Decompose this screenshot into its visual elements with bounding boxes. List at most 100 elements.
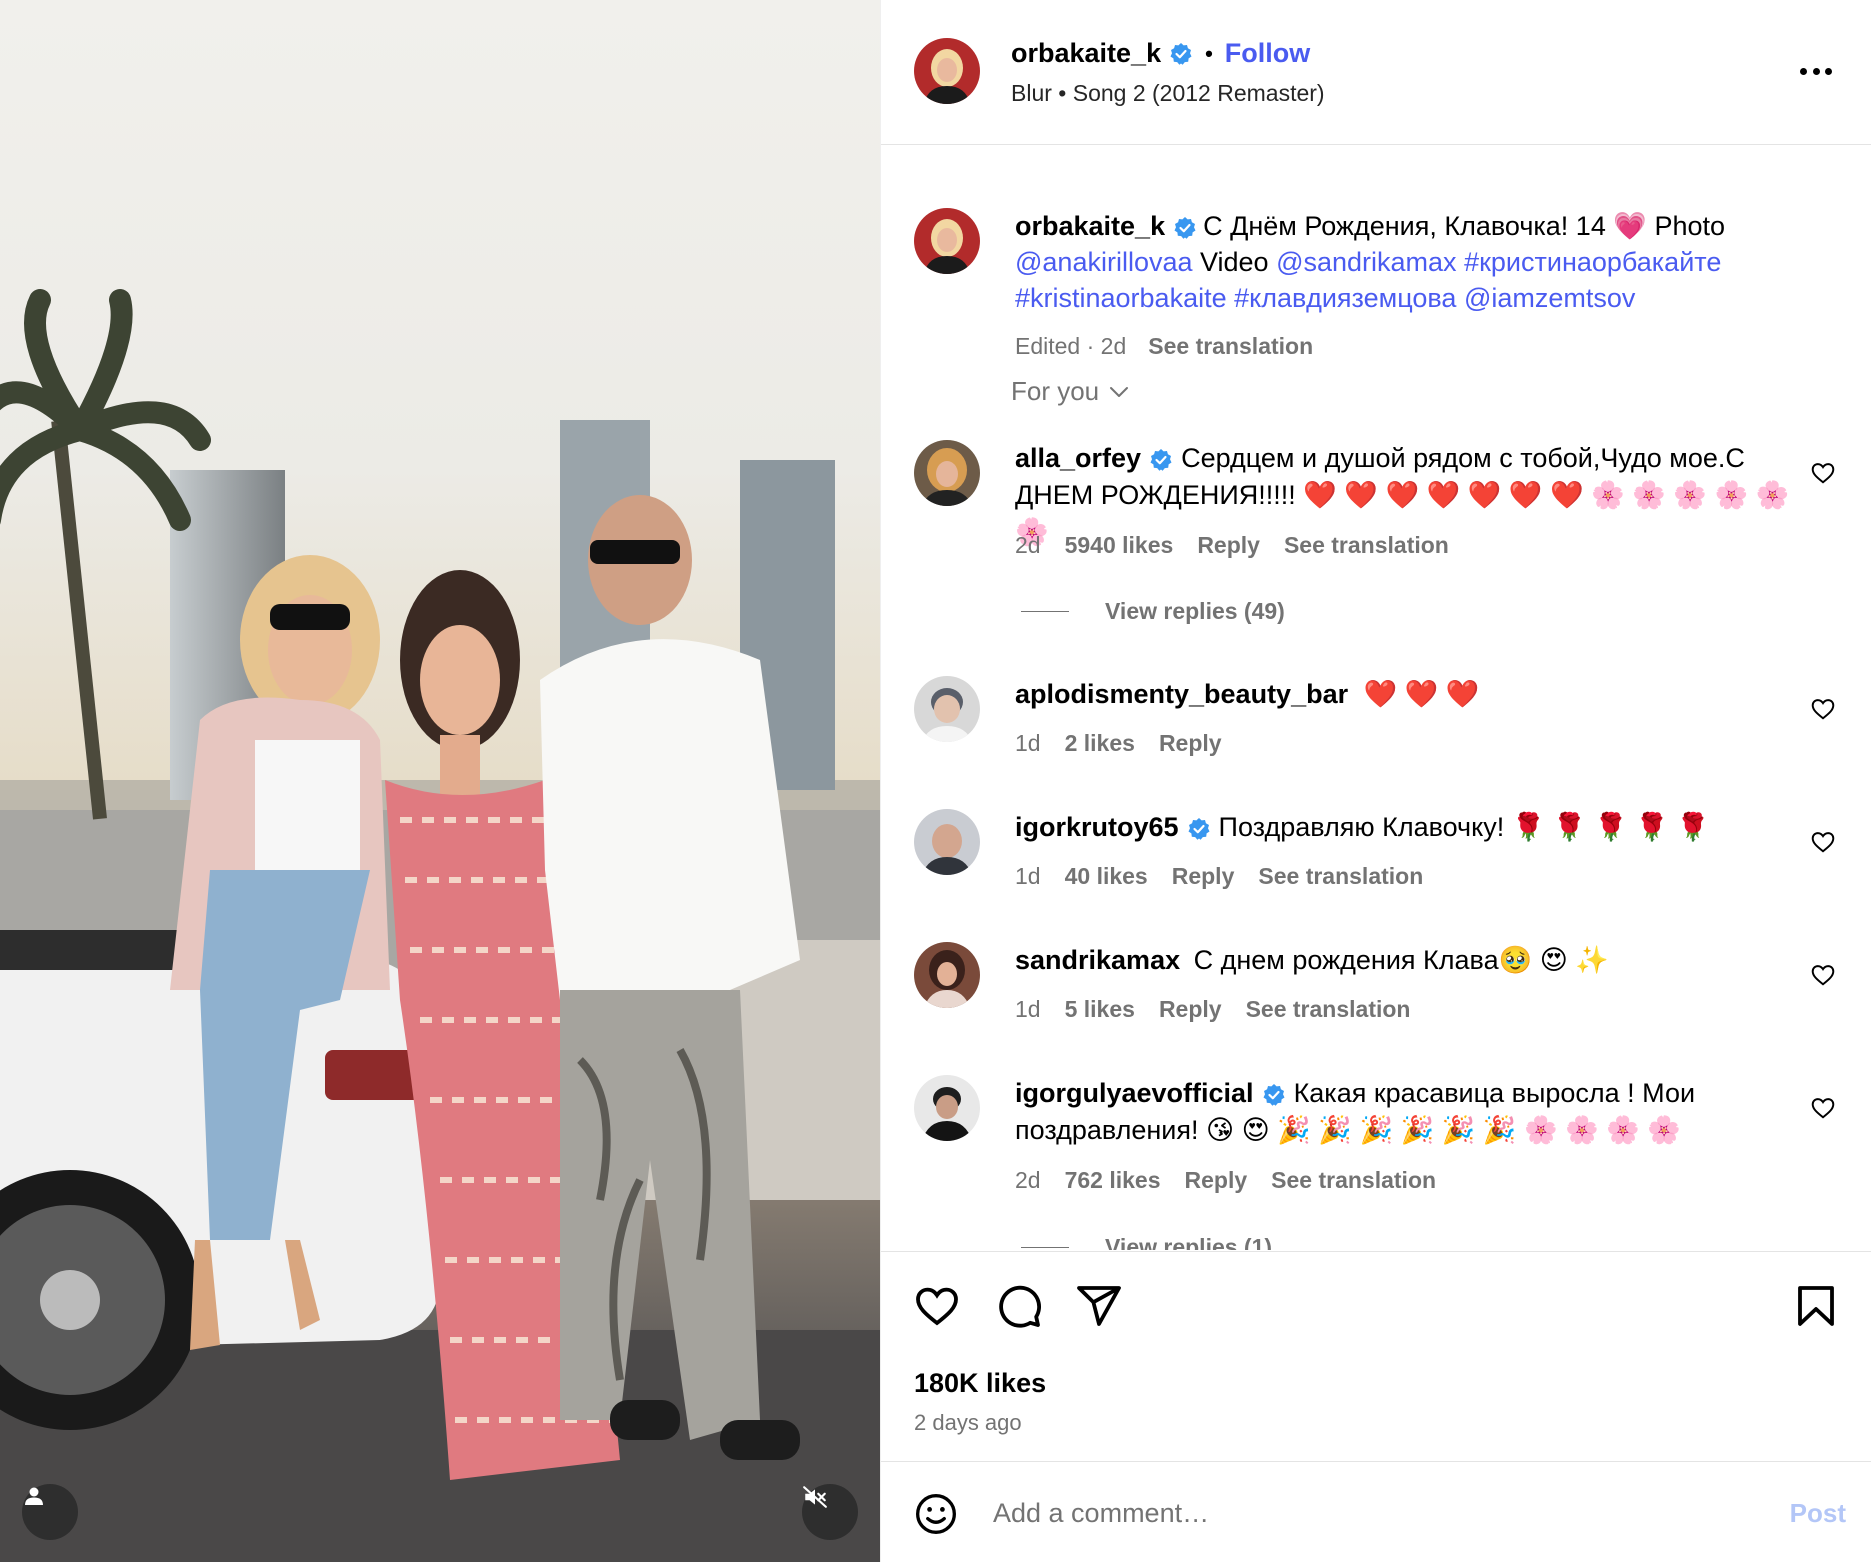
- caption-text-part: Video: [1192, 247, 1277, 277]
- view-replies-button[interactable]: View replies (1): [1021, 1234, 1272, 1250]
- comment-like-heart-icon[interactable]: [1810, 1095, 1836, 1121]
- reply-button[interactable]: Reply: [1197, 532, 1260, 559]
- chevron-down-icon: [1110, 386, 1129, 397]
- reply-button[interactable]: Reply: [1172, 863, 1235, 890]
- comment-body: ❤️ ❤️ ❤️: [1363, 679, 1480, 709]
- caption-text-part: Photo: [1646, 211, 1726, 241]
- verified-badge-icon: [1150, 448, 1172, 471]
- comment-meta: 1d 5 likes Reply See translation: [1015, 996, 1434, 1023]
- comment-likes[interactable]: 40 likes: [1065, 863, 1148, 890]
- comment-like-heart-icon[interactable]: [1810, 696, 1836, 722]
- comment-time: 1d: [1015, 996, 1041, 1022]
- heart-icon[interactable]: [913, 1282, 961, 1330]
- comment-likes[interactable]: 762 likes: [1065, 1167, 1161, 1194]
- comment-like-heart-icon[interactable]: [1810, 829, 1836, 855]
- comment-meta: 1d 2 likes Reply: [1015, 730, 1246, 757]
- view-replies-button[interactable]: View replies (49): [1021, 598, 1285, 625]
- caption-text-part: [1457, 247, 1465, 277]
- comments-list[interactable]: orbakaite_k С Днём Рождения, Клавочка! 1…: [881, 146, 1871, 1250]
- see-translation-link[interactable]: See translation: [1246, 996, 1411, 1023]
- commenter-username[interactable]: alla_orfey: [1015, 443, 1141, 473]
- comment-sort-label: For you: [1011, 376, 1100, 406]
- reply-button[interactable]: Reply: [1185, 1167, 1248, 1194]
- verified-badge-icon: [1188, 817, 1210, 840]
- mention-link[interactable]: @iamzemtsov: [1464, 283, 1635, 313]
- author-avatar[interactable]: [914, 38, 980, 104]
- reply-button[interactable]: Reply: [1159, 730, 1222, 757]
- comment-text: igorgulyaevofficial Какая красавица выро…: [1015, 1075, 1795, 1149]
- follow-button[interactable]: Follow: [1225, 38, 1310, 69]
- mention-link[interactable]: @anakirillovaa: [1015, 247, 1193, 277]
- hashtag-link[interactable]: #клавдияземцова: [1234, 283, 1456, 313]
- header-separator: •: [1205, 40, 1213, 66]
- comment-time: 1d: [1015, 730, 1041, 756]
- caption-text-part: С Днём Рождения, Клавочка! 14: [1203, 211, 1614, 241]
- commenter-avatar[interactable]: [914, 440, 980, 506]
- comment-time: 1d: [1015, 863, 1041, 889]
- audio-link[interactable]: Blur • Song 2 (2012 Remaster): [1011, 80, 1325, 107]
- verified-badge-icon: [1174, 216, 1196, 239]
- mention-link[interactable]: @sandrikamax: [1276, 247, 1456, 277]
- comment-text: igorkrutoy65 Поздравляю Клавочку! 🌹 🌹 🌹 …: [1015, 809, 1795, 846]
- caption-author-avatar[interactable]: [914, 208, 980, 274]
- see-translation-link[interactable]: See translation: [1271, 1167, 1436, 1194]
- see-translation-link[interactable]: See translation: [1284, 532, 1449, 559]
- more-options-icon[interactable]: [1796, 56, 1836, 86]
- comment-sort-dropdown[interactable]: For you: [1011, 376, 1131, 407]
- verified-badge-icon: [1263, 1083, 1285, 1106]
- comment-meta: 2d 762 likes Reply See translation: [1015, 1167, 1460, 1194]
- post-actions: 180K likes 2 days ago: [881, 1251, 1871, 1461]
- commenter-username[interactable]: igorgulyaevofficial: [1015, 1078, 1254, 1108]
- comment-icon[interactable]: [995, 1282, 1043, 1330]
- caption-emoji: 💗: [1613, 211, 1647, 241]
- emoji-icon[interactable]: [914, 1492, 958, 1536]
- tagged-users-button[interactable]: [22, 1484, 78, 1540]
- author-username[interactable]: orbakaite_k: [1011, 38, 1161, 69]
- verified-badge-icon: [1170, 42, 1192, 65]
- comment-time: 2d: [1015, 1167, 1041, 1193]
- comment-input[interactable]: [993, 1488, 1693, 1538]
- comment-text: aplodismenty_beauty_bar ❤️ ❤️ ❤️: [1015, 676, 1795, 713]
- post-header: orbakaite_k • Follow Blur • Song 2 (2012…: [881, 0, 1871, 145]
- unmute-button[interactable]: [802, 1484, 858, 1540]
- comment-meta: 2d 5940 likes Reply See translation: [1015, 532, 1473, 559]
- caption-time: Edited · 2d: [1015, 333, 1127, 359]
- see-translation-link[interactable]: See translation: [1258, 863, 1423, 890]
- commenter-username[interactable]: igorkrutoy65: [1015, 812, 1179, 842]
- post-image: [0, 289, 880, 1562]
- bookmark-icon[interactable]: [1792, 1282, 1840, 1330]
- comment-like-heart-icon[interactable]: [1810, 460, 1836, 486]
- comment-likes[interactable]: 5940 likes: [1065, 532, 1174, 559]
- commenter-avatar[interactable]: [914, 809, 980, 875]
- commenter-username[interactable]: sandrikamax: [1015, 945, 1180, 975]
- post-side-panel: orbakaite_k • Follow Blur • Song 2 (2012…: [880, 0, 1871, 1562]
- caption-text: orbakaite_k С Днём Рождения, Клавочка! 1…: [1015, 208, 1835, 364]
- see-translation-link[interactable]: See translation: [1148, 333, 1313, 359]
- add-comment-bar: Post: [881, 1461, 1871, 1562]
- commenter-username[interactable]: aplodismenty_beauty_bar: [1015, 679, 1348, 709]
- post-like-count[interactable]: 180K likes: [914, 1368, 1046, 1399]
- author-line: orbakaite_k • Follow: [1011, 38, 1310, 69]
- comment-like-heart-icon[interactable]: [1810, 962, 1836, 988]
- commenter-avatar[interactable]: [914, 676, 980, 742]
- hashtag-link[interactable]: #кристинаорбакайте: [1464, 247, 1721, 277]
- post-media[interactable]: [0, 0, 880, 1562]
- comment-body: Поздравляю Клавочку! 🌹 🌹 🌹 🌹 🌹: [1218, 812, 1710, 842]
- hashtag-link[interactable]: #kristinaorbakaite: [1015, 283, 1227, 313]
- reply-button[interactable]: Reply: [1159, 996, 1222, 1023]
- caption-username[interactable]: orbakaite_k: [1015, 211, 1165, 241]
- comment-likes[interactable]: 5 likes: [1065, 996, 1135, 1023]
- post-comment-button[interactable]: Post: [1790, 1498, 1846, 1529]
- comment-time: 2d: [1015, 532, 1041, 558]
- commenter-avatar[interactable]: [914, 1075, 980, 1141]
- comment-text: sandrikamax С днем рождения Клава🥹 😍 ✨: [1015, 942, 1795, 979]
- comment-body: С днем рождения Клава🥹 😍 ✨: [1193, 945, 1609, 975]
- comment-likes[interactable]: 2 likes: [1065, 730, 1135, 757]
- muted-audio-icon: [803, 1486, 827, 1508]
- caption-meta: Edited · 2d See translation: [1015, 328, 1835, 364]
- user-tag-icon: [25, 1487, 43, 1505]
- share-icon[interactable]: [1075, 1282, 1123, 1330]
- comment-meta: 1d 40 likes Reply See translation: [1015, 863, 1447, 890]
- commenter-avatar[interactable]: [914, 942, 980, 1008]
- post-timestamp: 2 days ago: [914, 1410, 1022, 1435]
